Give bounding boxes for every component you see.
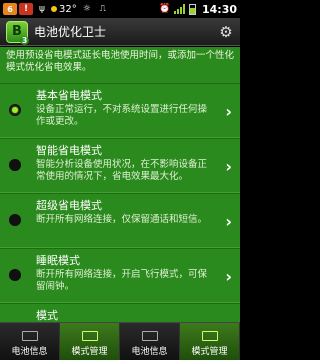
tab-label: 电池信息 (11, 347, 48, 357)
radio-button[interactable] (9, 214, 21, 226)
mode-title: 超级省电模式 (36, 199, 102, 212)
mode-subtitle: 断开所有网络连接，仅保留通话和短信。 (36, 214, 208, 225)
usb-icon: ψ (39, 4, 45, 14)
app-logo-icon: B 3 (6, 20, 29, 45)
mode-item-super[interactable]: 超级省电模式 断开所有网络连接，仅保留通话和短信。 › (0, 193, 240, 248)
tab-label: 模式管理 (71, 347, 108, 357)
battery-icon (188, 3, 196, 15)
battery-icon (141, 331, 158, 341)
tab-mode-manage[interactable]: 模式管理 (180, 323, 240, 360)
mode-subtitle: 智能分析设备使用状况，在不影响设备正常使用的情况下，省电效果最大化。 (36, 159, 208, 182)
battery-icon (201, 331, 218, 341)
chevron-right-icon[interactable]: › (225, 102, 232, 121)
radio-button[interactable] (9, 269, 21, 281)
alert-icon: ! (19, 3, 33, 15)
title-bar: B 3 电池优化卫士 ⚙ (0, 18, 240, 46)
temperature-text: 32° (59, 3, 77, 15)
alert-label: ! (23, 4, 29, 14)
mode-title: 基本省电模式 (36, 89, 102, 102)
chevron-right-icon[interactable]: › (225, 157, 232, 176)
tab-mode-manage[interactable]: 模式管理 (60, 323, 120, 360)
clock: 14:30 (201, 2, 237, 16)
radio-button[interactable] (9, 159, 21, 171)
mode-panel: 使用预设省电模式延长电池使用时间，或添加一个性化模式优化省电效果。 基本省电模式… (0, 47, 240, 322)
mode-title: 睡眠模式 (36, 254, 80, 267)
logo-sub: 3 (20, 35, 29, 45)
sun-icon: ☼ (82, 4, 91, 14)
tab-bar: 电池信息 模式管理 电池信息 模式管理 (0, 322, 240, 360)
gear-icon[interactable]: ⚙ (218, 24, 234, 40)
description-text: 使用预设省电模式延长电池使用时间，或添加一个性化模式优化省电效果。 (6, 50, 235, 73)
radio-button[interactable] (9, 104, 21, 116)
temperature-icon (51, 6, 57, 12)
tab-battery-info[interactable]: 电池信息 (0, 323, 60, 360)
mode-title: 模式 (36, 309, 58, 322)
mode-item-partial[interactable]: 模式 (0, 303, 240, 322)
tab-battery-info[interactable]: 电池信息 (120, 323, 180, 360)
battery-icon (81, 331, 98, 341)
chevron-right-icon[interactable]: › (225, 267, 232, 286)
mode-subtitle: 断开所有网络连接，开启飞行模式，可保留闹钟。 (36, 269, 208, 292)
notification-count: 6 (7, 4, 13, 14)
mode-item-basic[interactable]: 基本省电模式 设备正常运行，不对系统设置进行任何操作或更改。 › (0, 83, 240, 138)
mode-title: 智能省电模式 (36, 144, 102, 157)
alarm-icon: ⏰ (159, 4, 171, 14)
app-title: 电池优化卫士 (34, 25, 107, 39)
mode-item-smart[interactable]: 智能省电模式 智能分析设备使用状况，在不影响设备正常使用的情况下，省电效果最大化… (0, 138, 240, 193)
signal-icon (173, 4, 186, 14)
status-bar: 6 ! ψ 32° ☼ ⎍ ⏰ 14:30 (0, 0, 240, 18)
mode-subtitle: 设备正常运行，不对系统设置进行任何操作或更改。 (36, 104, 208, 127)
battery-icon (21, 331, 38, 341)
mode-item-sleep[interactable]: 睡眠模式 断开所有网络连接，开启飞行模式，可保留闹钟。 › (0, 248, 240, 303)
tab-label: 模式管理 (191, 347, 228, 357)
tab-label: 电池信息 (131, 347, 168, 357)
mode-list: 基本省电模式 设备正常运行，不对系统设置进行任何操作或更改。 › 智能省电模式 … (0, 83, 240, 322)
chevron-right-icon[interactable]: › (225, 212, 232, 231)
notification-icon: 6 (3, 3, 17, 15)
usb-debug-icon: ⎍ (99, 4, 106, 14)
